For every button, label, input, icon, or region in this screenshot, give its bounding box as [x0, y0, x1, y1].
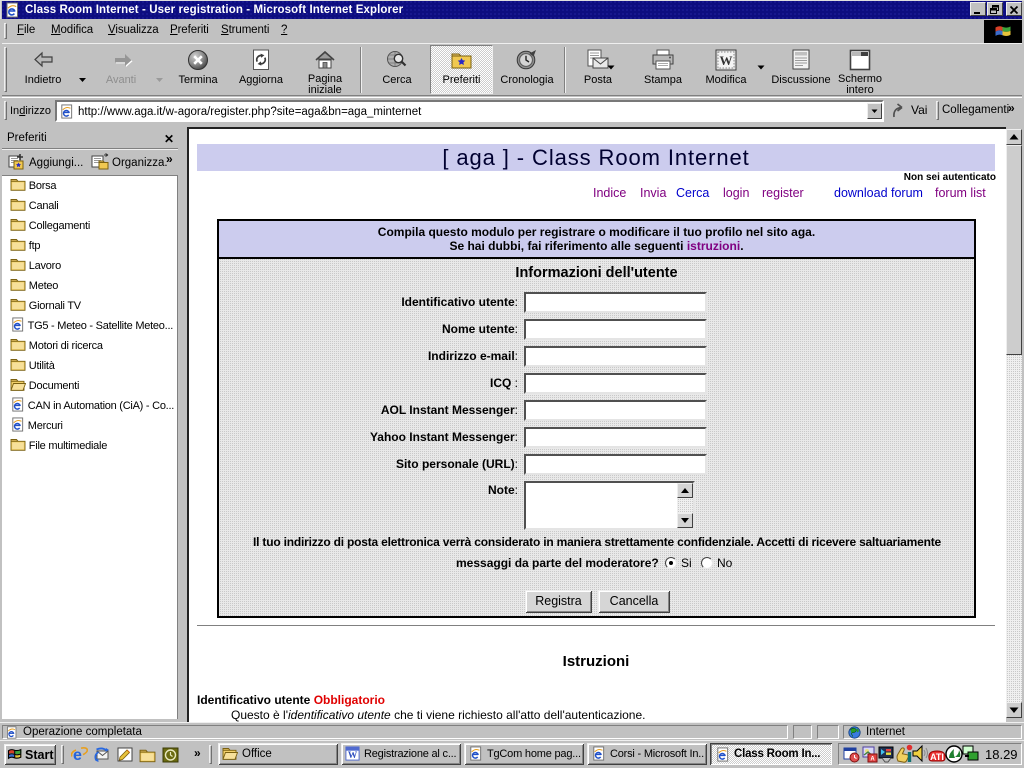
svg-text:W: W: [348, 751, 358, 761]
svg-text:A: A: [870, 757, 875, 763]
svg-text:e: e: [73, 747, 82, 763]
svg-text:W: W: [720, 53, 733, 68]
svg-text:ATI: ATI: [930, 752, 944, 762]
